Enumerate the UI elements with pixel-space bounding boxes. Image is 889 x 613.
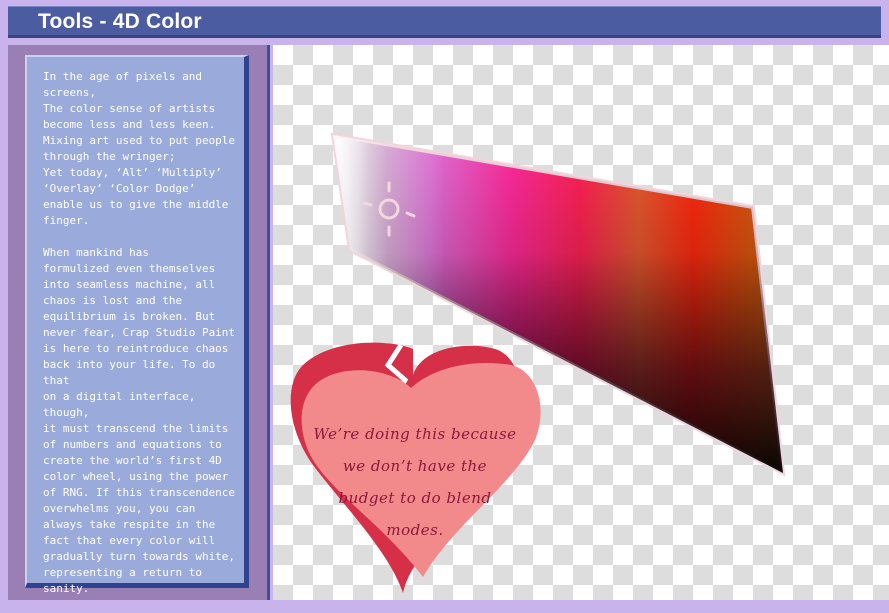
description-paragraph-1: In the age of pixels and screens, The co… (43, 70, 236, 227)
canvas-area[interactable]: We’re doing this because we don’t have t… (273, 45, 889, 600)
title-bar: Tools - 4D Color (8, 6, 881, 38)
window-title: Tools - 4D Color (38, 10, 202, 33)
heart-note-text: We’re doing this because we don’t have t… (313, 425, 517, 539)
description-text: In the age of pixels and screens, The co… (43, 69, 239, 613)
description-card: In the age of pixels and screens, The co… (25, 55, 249, 595)
description-paragraph-2: When mankind has formulized even themsel… (43, 246, 236, 595)
